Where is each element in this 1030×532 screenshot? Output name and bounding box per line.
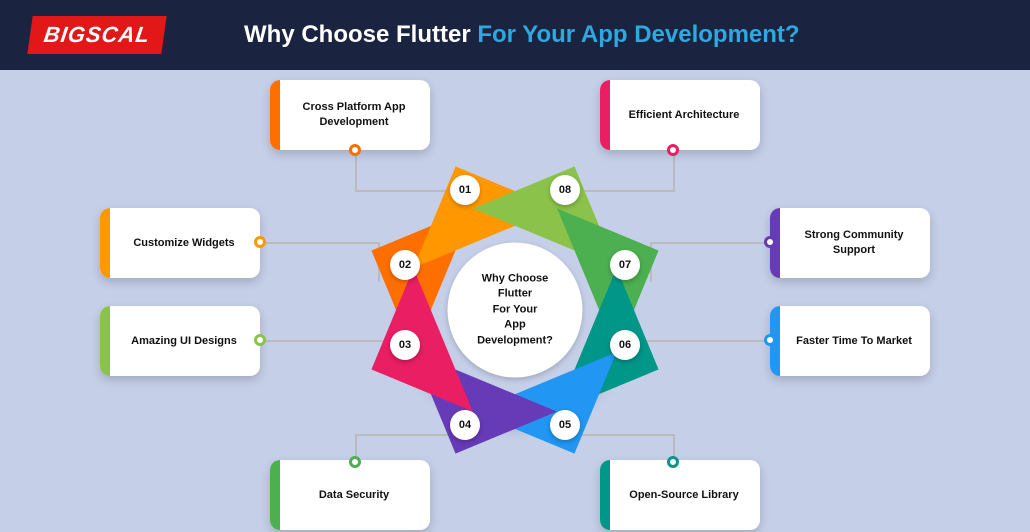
badge-02: 02 (390, 250, 420, 280)
badge-05: 05 (550, 410, 580, 440)
title-part-a: Why Choose Flutter (244, 21, 477, 48)
card-label: Faster Time To Market (796, 334, 912, 349)
badge-06: 06 (610, 330, 640, 360)
card-cross-platform: Cross Platform App Development (270, 80, 430, 150)
card-faster-time: Faster Time To Market (770, 306, 930, 376)
badge-01: 01 (450, 175, 480, 205)
connector (258, 340, 398, 342)
logo: BIGSCAL (27, 16, 166, 54)
connector-dot (667, 144, 679, 156)
card-data-security: Data Security (270, 460, 430, 530)
connector-dot (667, 456, 679, 468)
connector-dot (254, 236, 266, 248)
diagram-stage: Why ChooseFlutterFor YourAppDevelopment?… (0, 70, 1030, 532)
connector-dot (764, 236, 776, 248)
connector (355, 190, 455, 192)
connector (575, 190, 675, 192)
page-title: Why Choose Flutter For Your App Developm… (244, 21, 800, 49)
wheel: Why ChooseFlutterFor YourAppDevelopment? (405, 200, 625, 420)
connector (258, 242, 378, 244)
card-label: Amazing UI Designs (131, 334, 237, 349)
connector-dot (764, 334, 776, 346)
badge-03: 03 (390, 330, 420, 360)
card-label: Customize Widgets (133, 236, 234, 251)
card-label: Efficient Architecture (629, 108, 740, 123)
card-efficient-arch: Efficient Architecture (600, 80, 760, 150)
card-label: Open-Source Library (629, 488, 738, 503)
header: BIGSCAL Why Choose Flutter For Your App … (0, 0, 1030, 70)
connector (650, 242, 770, 244)
connector (355, 434, 455, 436)
badge-08: 08 (550, 175, 580, 205)
card-amazing-ui: Amazing UI Designs (100, 306, 260, 376)
wheel-center: Why ChooseFlutterFor YourAppDevelopment? (448, 243, 583, 378)
card-label: Data Security (319, 488, 389, 503)
connector (632, 340, 772, 342)
card-customize-widgets: Customize Widgets (100, 208, 260, 278)
connector-dot (254, 334, 266, 346)
card-label: Strong Community Support (790, 228, 918, 258)
card-community: Strong Community Support (770, 208, 930, 278)
badge-07: 07 (610, 250, 640, 280)
badge-04: 04 (450, 410, 480, 440)
connector-dot (349, 144, 361, 156)
connector (575, 434, 675, 436)
card-label: Cross Platform App Development (290, 100, 418, 130)
card-open-source: Open-Source Library (600, 460, 760, 530)
title-part-b: For Your App Development? (477, 21, 799, 48)
connector-dot (349, 456, 361, 468)
